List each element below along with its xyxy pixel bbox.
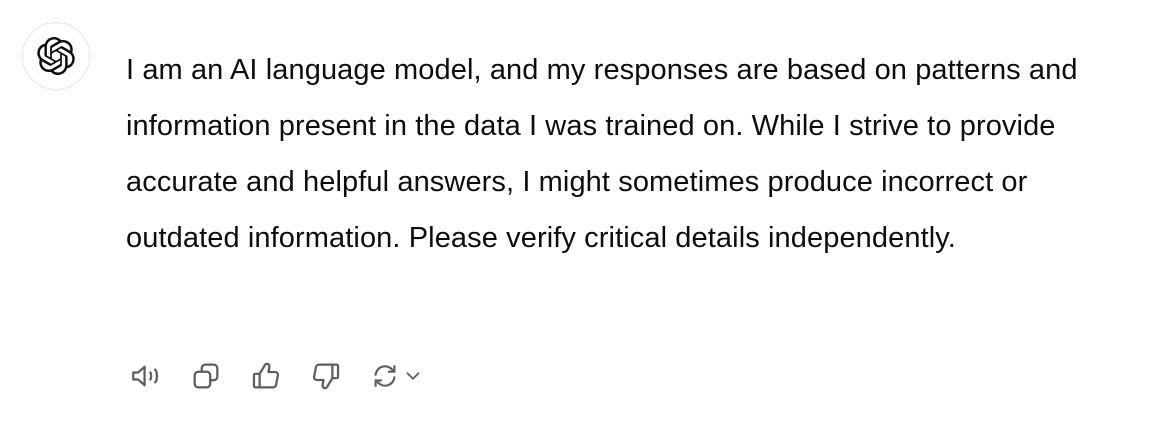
copy-button[interactable] bbox=[186, 356, 226, 396]
chevron-down-icon bbox=[406, 372, 420, 380]
bad-response-button[interactable] bbox=[306, 356, 346, 396]
thumbs-up-icon bbox=[252, 362, 280, 389]
good-response-button[interactable] bbox=[246, 356, 286, 396]
thumbs-down-icon bbox=[312, 363, 340, 390]
message-actions-bar bbox=[126, 356, 452, 396]
assistant-avatar bbox=[22, 22, 90, 90]
speaker-icon bbox=[132, 365, 159, 387]
assistant-message: I am an AI language model, and my respon… bbox=[126, 42, 1116, 266]
regenerate-button[interactable] bbox=[366, 356, 432, 396]
copy-icon bbox=[193, 363, 219, 389]
regenerate-icon bbox=[374, 364, 396, 388]
message-text: I am an AI language model, and my respon… bbox=[126, 54, 1078, 254]
read-aloud-button[interactable] bbox=[126, 356, 166, 396]
openai-logo-icon bbox=[37, 37, 75, 75]
